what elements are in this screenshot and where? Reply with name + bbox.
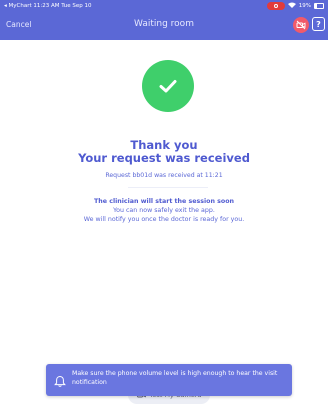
notification-toast[interactable]: Make sure the phone volume level is high… (46, 364, 292, 396)
notify-text: We will notify you once the doctor is re… (83, 216, 245, 223)
time-date: 11:23 AM Tue Sep 10 (33, 3, 92, 9)
toast-message: Make sure the phone volume level is high… (72, 370, 278, 386)
page-title: Waiting room (134, 19, 194, 29)
wifi-icon (287, 2, 296, 10)
request-id-text: Request bb01d was received at 11:21 (105, 172, 223, 179)
exit-app-text: You can now safely exit the app. (113, 207, 215, 214)
record-icon (273, 4, 278, 8)
clinician-status-text: The clinician will start the session soo… (93, 198, 235, 205)
bell-icon (54, 373, 66, 392)
help-icon[interactable]: ? (312, 17, 325, 31)
success-check-icon (142, 60, 194, 112)
status-right: 19% (266, 2, 324, 10)
divider (128, 187, 208, 188)
status-left: ◂ MyChart 11:23 AM Tue Sep 10 (4, 3, 92, 9)
carrier-label[interactable]: ◂ MyChart (4, 3, 32, 9)
battery-level: 19% (298, 3, 311, 9)
request-received-heading: Your request was received (78, 151, 250, 165)
battery-icon (314, 3, 324, 9)
thank-you-heading: Thank you (130, 138, 198, 152)
recording-indicator (266, 2, 285, 10)
camera-off-icon[interactable] (293, 17, 309, 33)
status-bar: ◂ MyChart 11:23 AM Tue Sep 10 19% (0, 0, 328, 12)
navigation-bar: Cancel Waiting room ? (0, 12, 328, 40)
